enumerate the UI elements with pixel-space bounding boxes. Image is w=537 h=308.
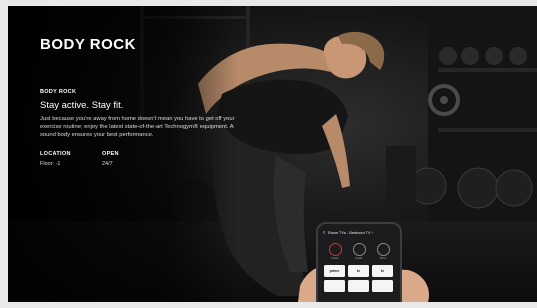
app-tile-prime[interactable]: prime (324, 265, 345, 277)
menu-icon (376, 243, 390, 256)
location-value: Floor: -1 (40, 160, 61, 167)
open-label: OPEN (102, 150, 119, 157)
app-tile[interactable] (324, 280, 345, 292)
remote-buttons: Power Guide Menu (318, 239, 400, 260)
remote-control-phone: ‹ Room TVs - Bedroom TV › Power Guide Me… (316, 222, 402, 302)
app-tile[interactable] (348, 280, 369, 292)
guide-button-label: Guide (355, 257, 363, 260)
location-block: LOCATION Floor: -1 (40, 151, 102, 167)
guide-icon (352, 243, 366, 256)
power-button-label: Power (331, 257, 339, 260)
venue-info: BODY ROCK Stay active. Stay fit. Just be… (40, 89, 240, 167)
app-grid: prime tv tv (318, 260, 400, 292)
app-tile-tv-2[interactable]: tv (372, 265, 393, 277)
app-tile-tv[interactable]: tv (348, 265, 369, 277)
menu-button[interactable]: Menu (376, 243, 390, 260)
page-title: BODY ROCK (40, 36, 136, 53)
app-tile[interactable] (372, 280, 393, 292)
open-value: 24/7 (102, 160, 113, 167)
venue-tagline: Stay active. Stay fit. (40, 100, 124, 111)
venue-meta: LOCATION Floor: -1 OPEN 24/7 (40, 151, 240, 167)
venue-name: BODY ROCK (40, 89, 77, 95)
open-hours-block: OPEN 24/7 (102, 151, 164, 167)
power-icon (328, 243, 342, 256)
power-button[interactable]: Power (328, 243, 342, 260)
hero-screen: BODY ROCK BODY ROCK Stay active. Stay fi… (8, 6, 537, 302)
menu-button-label: Menu (379, 257, 387, 260)
guide-button[interactable]: Guide (352, 243, 366, 260)
back-arrow-icon[interactable]: ‹ (323, 230, 325, 236)
phone-header-title: Room TVs - Bedroom TV › (328, 231, 373, 235)
phone-header: ‹ Room TVs - Bedroom TV › (318, 224, 400, 239)
venue-description: Just because you’re away from home doesn… (40, 116, 235, 139)
location-label: LOCATION (40, 150, 71, 157)
